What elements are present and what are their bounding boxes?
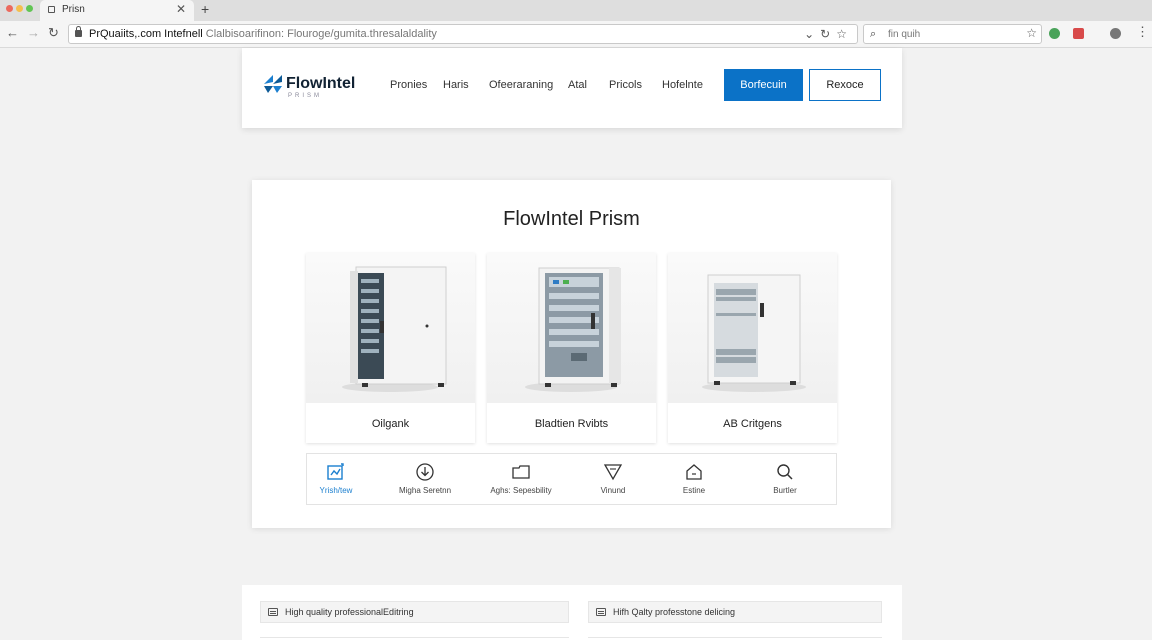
feature-label: Burtler [773,486,797,495]
search-input[interactable]: ⌕ fin quih ☆ [863,24,1042,44]
info-bar-text: High quality professionalEditring [285,607,414,617]
feature-label: Migha Seretnn [398,486,452,495]
info-bar[interactable]: Hifh Qalty professtone delicing [588,601,882,623]
bookmark-star-icon[interactable]: ☆ [836,27,853,41]
url-text[interactable]: PrQuaiits,.com Intefnell Clalbisoarifino… [89,28,437,40]
nav-item-hofelnte[interactable]: Hofelnte [662,79,703,91]
refresh-icon[interactable]: ↻ [820,27,836,41]
page-icon [48,6,55,13]
feature-item[interactable]: Vinund [573,454,653,506]
url-domain: PrQuaiits,.com Intefnell [89,28,203,40]
forward-icon[interactable]: → [27,25,40,40]
product-card[interactable]: Oilgank [306,253,475,443]
product-label: Bladtien Rvibts [534,418,609,430]
nav-item-atal[interactable]: Atal [568,79,587,91]
new-tab-button[interactable]: + [201,1,209,17]
nav-item-haris[interactable]: Haris [443,79,469,91]
feature-item[interactable]: Migha Seretnn [385,454,465,506]
feature-label: Estine [682,486,706,495]
profile-icon[interactable] [1110,28,1121,39]
close-window-button[interactable] [6,5,13,12]
feature-item[interactable]: Estine [654,454,734,506]
logo-subtitle: PRISM [288,93,323,99]
browser-toolbar: ← → ↻ PrQuaiits,.com Intefnell Clalbisoa… [0,21,1152,48]
site-header: FlowIntel PRISM Pronies Haris Ofeerarani… [242,48,902,128]
reload-icon[interactable]: ↻ [48,25,59,41]
download-circle-icon [416,463,434,481]
product-image [668,253,837,403]
maximize-window-button[interactable] [26,5,33,12]
info-bar-text: Hifh Qalty professtone delicing [613,607,736,617]
search-placeholder: fin quih [888,29,921,40]
nav-item-pricols[interactable]: Pricols [609,79,642,91]
logo-text[interactable]: FlowIntel [286,75,355,93]
product-showcase-card: FlowIntel Prism Oilgank Bladtien Rvibts … [252,180,891,528]
address-bar[interactable]: PrQuaiits,.com Intefnell Clalbisoarifino… [68,24,858,44]
product-label: AB Critgens [723,418,782,430]
nav-item-ofeeraraning[interactable]: Ofeeraraning [489,79,553,91]
funnel-icon [603,464,623,481]
list-icon [596,608,606,616]
list-icon [268,608,278,616]
extension-icon[interactable] [1073,28,1084,39]
product-card[interactable]: AB Critgens [668,253,837,443]
extension-icon[interactable] [1049,28,1060,39]
primary-cta-button[interactable]: Borfecuin [724,69,803,101]
browser-tab[interactable]: Prisn ✕ [40,0,194,21]
browser-tab-bar: Prisn ✕ + [0,0,1152,21]
nav-item-pronies[interactable]: Pronies [390,79,427,91]
url-path: Clalbisoarifinon: Flouroge/​gumita.thres… [205,28,437,40]
back-icon[interactable]: ← [6,25,19,40]
lock-icon [75,26,82,37]
close-tab-icon[interactable]: ✕ [176,2,186,16]
section-title: FlowIntel Prism [503,208,640,230]
menu-icon[interactable]: ⋮ [1136,24,1149,40]
feature-label: Yrish/tew [319,486,353,495]
logo-icon [264,75,282,93]
minimize-window-button[interactable] [16,5,23,12]
home-icon [686,464,702,480]
product-image [487,253,656,403]
star-icon[interactable]: ☆ [1026,26,1037,40]
address-bar-actions: ⌄↻☆ [804,27,853,41]
feature-item[interactable]: Burtler [745,454,825,506]
feature-item[interactable]: Yrish/tew [296,454,376,506]
product-image [306,253,475,403]
product-label: Oilgank [371,418,410,430]
dropdown-icon[interactable]: ⌄ [804,27,820,41]
feature-item[interactable]: Aghs: Sepesbility [481,454,561,506]
tab-title: Prisn [62,4,85,15]
feature-label: Aghs: Sepesbility [490,486,552,495]
search-icon [777,464,793,480]
dashboard-icon [327,463,344,480]
search-icon: ⌕ [870,28,877,40]
info-bar[interactable]: High quality professionalEditring [260,601,569,623]
secondary-cta-button[interactable]: Rexoce [809,69,881,101]
bottom-section: High quality professionalEditring Hifh Q… [242,585,902,640]
product-card[interactable]: Bladtien Rvibts [487,253,656,443]
folder-icon [512,465,530,479]
feature-bar: Yrish/tew Migha Seretnn Aghs: Sepesbilit… [306,453,837,505]
feature-label: Vinund [600,486,626,495]
